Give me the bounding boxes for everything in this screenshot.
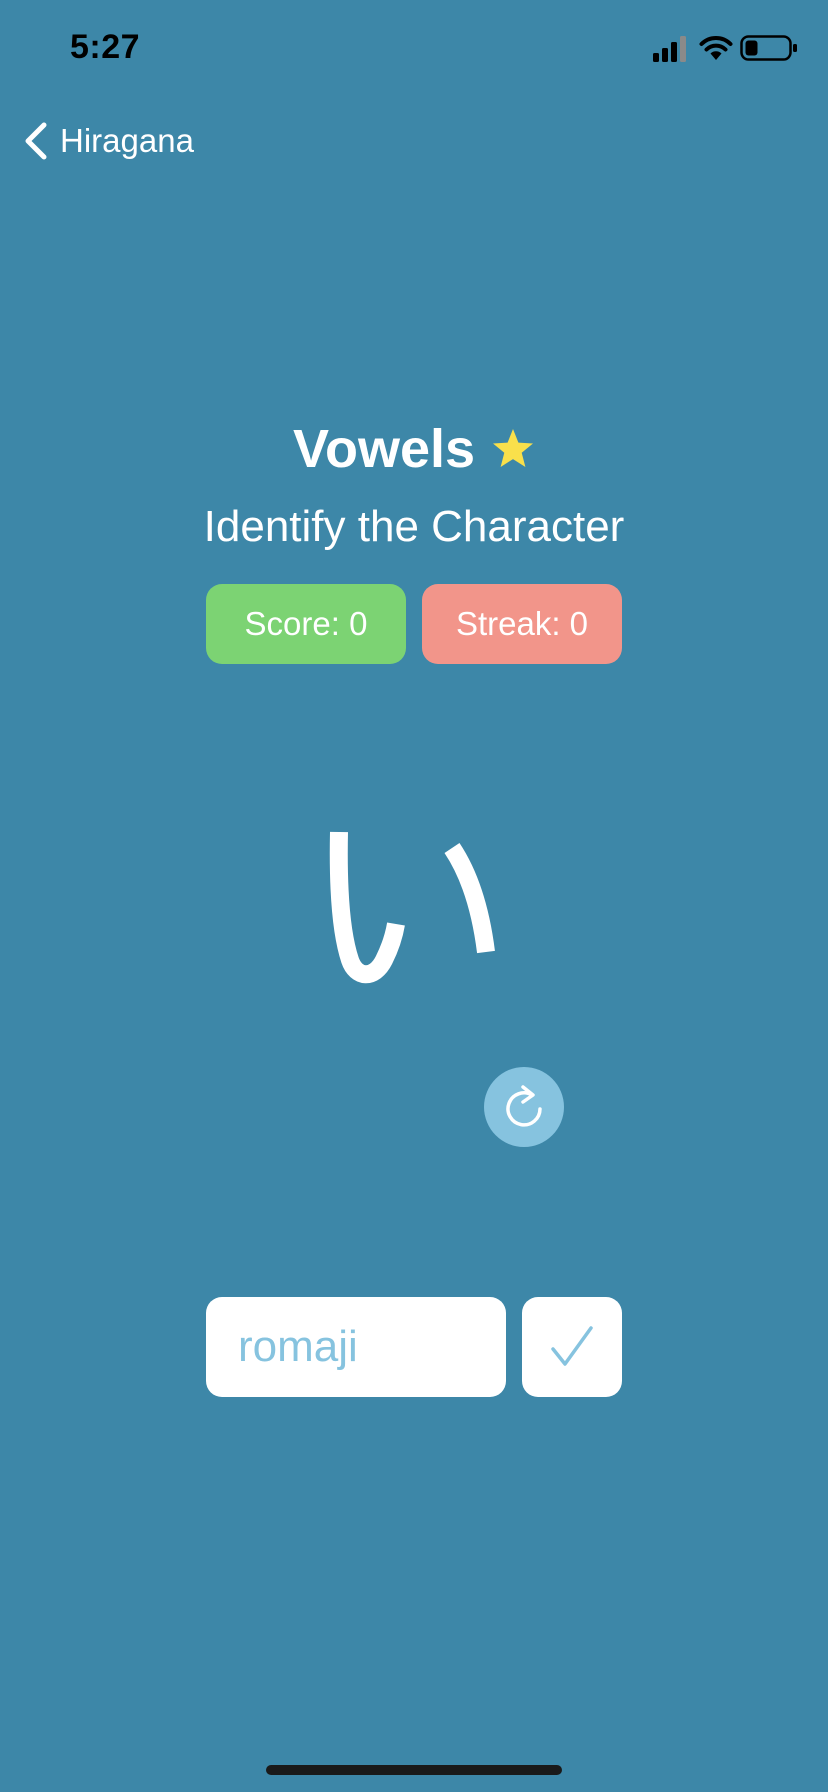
battery-icon: [740, 35, 797, 61]
submit-button[interactable]: [522, 1297, 622, 1397]
quiz-subtitle: Identify the Character: [203, 502, 625, 551]
chevron-left-icon: [25, 122, 47, 160]
star-icon: [493, 429, 534, 467]
hiragana-character: い: [329, 831, 495, 984]
status-time: 5:27: [70, 28, 141, 66]
score-badge: Score: 0: [206, 584, 406, 664]
home-indicator[interactable]: [266, 1765, 562, 1775]
refresh-icon: [506, 1085, 542, 1127]
signal-icon: [653, 36, 686, 62]
back-button[interactable]: Hiragana: [22, 118, 194, 164]
back-label: Hiragana: [60, 122, 194, 159]
refresh-button[interactable]: [484, 1067, 564, 1147]
romaji-input[interactable]: [206, 1297, 506, 1397]
quiz-screen: 5:27 Hiragana Vowels Identify the Charac…: [0, 0, 828, 1792]
checkmark-icon: [551, 1326, 593, 1366]
title-row: Vowels: [0, 418, 828, 480]
streak-badge: Streak: 0: [422, 584, 622, 664]
wifi-icon: [699, 36, 733, 60]
quiz-title: Vowels: [292, 419, 476, 479]
